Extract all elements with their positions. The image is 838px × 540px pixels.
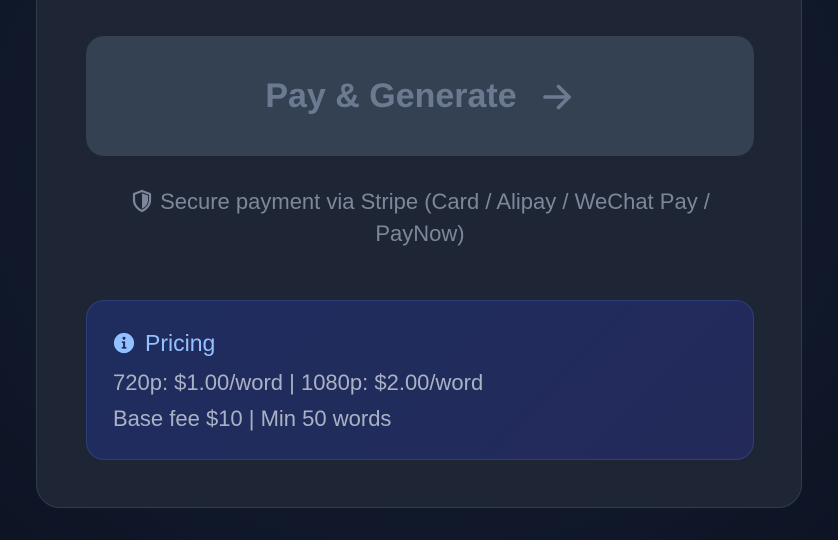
arrow-right-icon [542,84,571,110]
secure-payment-note: Secure payment via Stripe (Card / Alipay… [86,186,754,250]
info-icon [113,332,135,354]
secure-payment-text: Secure payment via Stripe (Card / Alipay… [160,189,710,246]
pricing-box: Pricing 720p: $1.00/word | 1080p: $2.00/… [86,300,754,460]
pricing-title: Pricing [145,329,216,356]
shield-icon [132,189,152,213]
pricing-base-fee: Base fee $10 | Min 50 words [113,406,392,431]
pricing-header: Pricing [113,327,727,359]
pricing-rates: 720p: $1.00/word | 1080p: $2.00/word [113,370,484,395]
pay-generate-label: Pay & Generate [265,76,517,115]
page: Pay & Generate Secure payment via Stripe… [0,0,838,540]
pay-generate-button[interactable]: Pay & Generate [86,36,754,156]
